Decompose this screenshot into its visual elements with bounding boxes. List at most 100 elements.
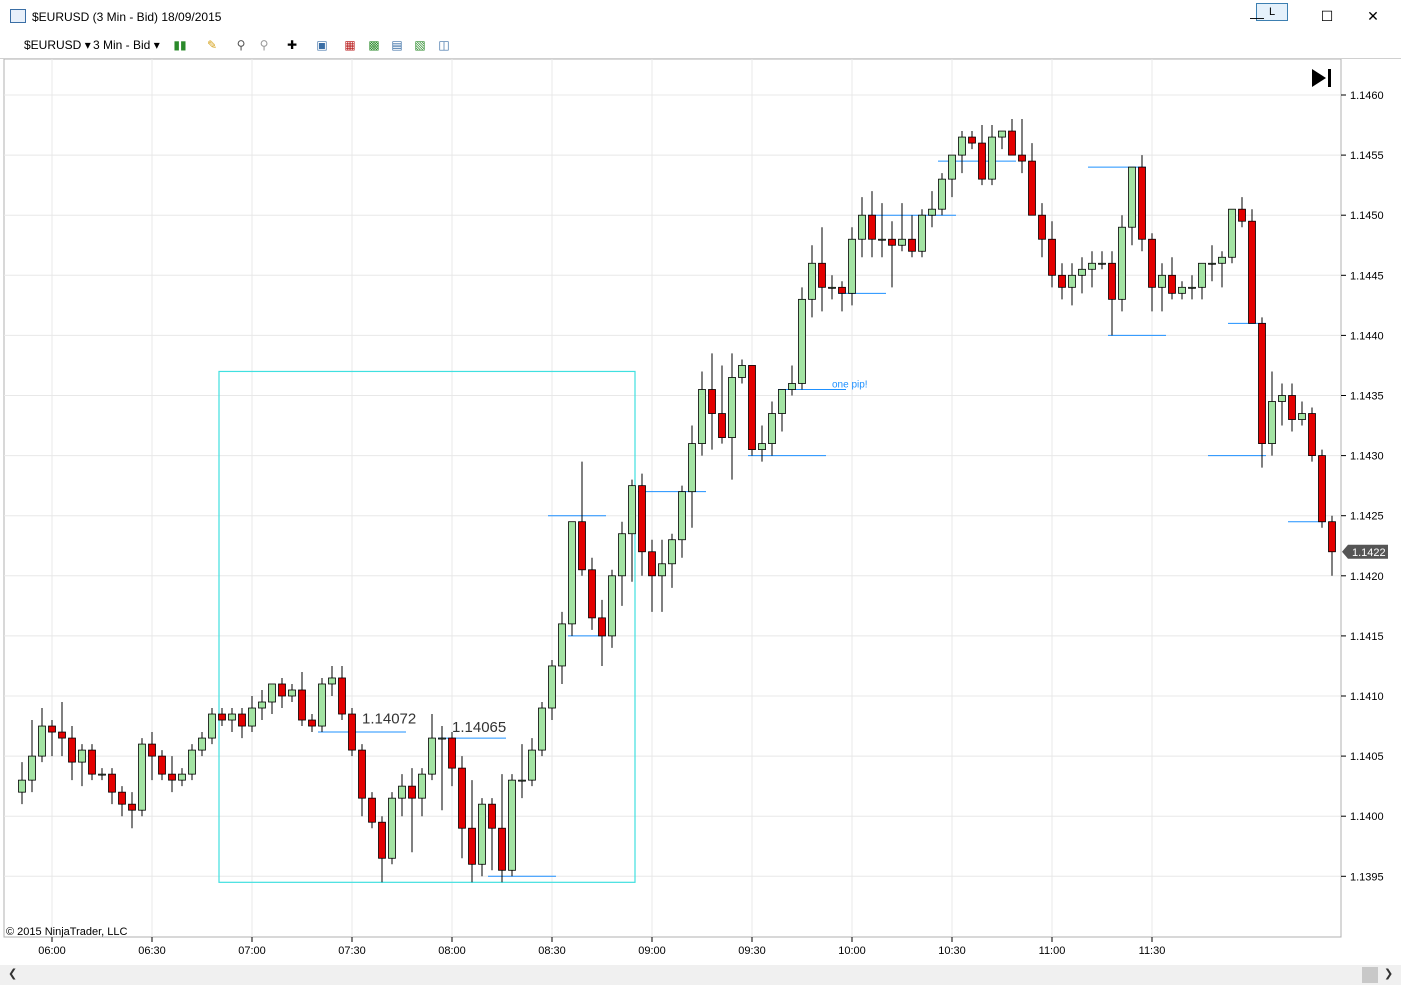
chart-style-icon[interactable]: ▮▮ [172,37,188,53]
instrument-selector[interactable]: $EURUSD ▾ [24,38,91,52]
drawing-tool-icon[interactable]: ✎ [204,37,220,53]
candle-body [988,136,996,180]
candle-body [178,773,186,781]
candle-body [378,821,386,859]
candle-body [1168,274,1176,294]
title-bar: $EURUSD (3 Min - Bid) 18/09/2015 L — ☐ ✕ [0,0,1401,44]
crosshair-icon[interactable]: ✚ [284,37,300,53]
y-tick-label: 1.1445 [1350,270,1384,282]
candle-body [98,773,106,776]
candle-body [1158,274,1166,288]
candle-body [938,178,946,210]
candle-body [168,773,176,781]
minimize-icon[interactable]: — [1234,0,1280,33]
properties-icon[interactable]: ▣ [314,37,330,53]
indicators-icon[interactable]: ▩ [366,37,382,53]
candle-body [628,485,636,535]
candle-body [808,262,816,300]
close-icon[interactable]: ✕ [1350,0,1396,33]
candle-body [518,779,526,782]
y-tick-label: 1.1400 [1350,811,1384,823]
panel-icon[interactable]: ◫ [436,37,452,53]
x-tick-label: 11:00 [1039,945,1066,957]
candle-body [828,286,836,289]
candle-body [598,617,606,637]
candle-body [488,803,496,829]
candle-body [1098,262,1106,265]
candle-body [678,491,686,541]
candle-body [248,707,256,727]
x-tick-label: 07:30 [338,945,366,957]
candle-body [408,785,416,799]
candle-body [418,773,426,799]
candle-body [1218,256,1226,264]
candle-body [1058,274,1066,288]
candle-body [88,749,96,775]
strategies-icon[interactable]: ▦ [342,37,358,53]
candle-body [858,214,866,240]
scroll-left-icon[interactable]: ❮ [8,967,17,980]
data-box-icon[interactable]: ▧ [412,37,428,53]
chevron-down-icon: ▾ [153,38,160,52]
x-tick-label: 10:00 [838,945,866,957]
scroll-right-icon[interactable]: ❯ [1384,967,1393,980]
chart-trader-icon[interactable]: ▤ [389,37,405,53]
candle-body [1048,238,1056,276]
candle-body [868,214,876,240]
candle-body [708,389,716,414]
candle-body [618,533,626,577]
candle-body [328,677,336,685]
candle-body [668,539,676,565]
candle-body [1028,160,1036,216]
price-chart[interactable]: 1.1460 1.1455 1.1450 1.1445 1.1440 1.1435 1.14… [0,58,1401,965]
candle-body [128,803,136,811]
x-tick-label: 06:30 [138,945,166,957]
candle-body [58,731,66,739]
maximize-icon[interactable]: ☐ [1304,0,1350,33]
candle-body [388,797,396,859]
candle-body [38,725,46,757]
x-tick-label: 10:30 [938,945,966,957]
candle-body [1038,214,1046,240]
candle-body [1238,208,1246,222]
candle-body [1308,413,1316,456]
candle-body [1178,286,1186,294]
zoom-in-icon[interactable]: ⚲ [233,37,249,53]
candle-body [148,743,156,757]
candle-body [528,749,536,781]
candle-body [838,286,846,294]
candle-body [1288,395,1296,420]
interval-selector[interactable]: 3 Min - Bid ▾ [93,38,160,52]
y-tick-label: 1.1440 [1350,330,1384,342]
candle-body [308,719,316,727]
horizontal-scrollbar[interactable]: ❮ ❯ [0,965,1401,985]
candle-body [658,563,666,577]
candle-body [918,214,926,252]
x-tick-label: 06:00 [38,945,66,957]
candle-body [428,737,436,775]
zoom-out-icon[interactable]: ⚲ [256,37,272,53]
candle-body [688,443,696,493]
chart-app-icon [10,9,26,23]
chart-area[interactable]: 1.1460 1.1455 1.1450 1.1445 1.1440 1.1435 1.14… [0,58,1401,965]
candle-body [338,677,346,715]
candle-body [318,683,326,727]
candle-body [1108,262,1116,300]
x-tick-label: 08:00 [438,945,466,957]
candle-body [908,238,916,252]
scrollbar-thumb[interactable] [1362,967,1378,983]
x-tick-label: 08:30 [538,945,566,957]
candle-body [1248,220,1256,324]
chevron-down-icon: ▾ [84,38,91,52]
candle-body [468,827,476,865]
candle-body [738,365,746,378]
chart-toolbar: $EURUSD ▾ 3 Min - Bid ▾ ▮▮ ✎ ⚲ ⚲ ✚ ▣ ▦ ▩… [0,33,1401,59]
candle-body [508,779,516,871]
y-tick-label: 1.1405 [1350,751,1384,763]
candle-body [158,755,166,775]
x-tick-label: 09:00 [638,945,666,957]
x-tick-label: 09:30 [738,945,766,957]
candle-body [478,803,486,865]
candle-body [1208,262,1216,265]
window-title: $EURUSD (3 Min - Bid) 18/09/2015 [32,10,222,24]
